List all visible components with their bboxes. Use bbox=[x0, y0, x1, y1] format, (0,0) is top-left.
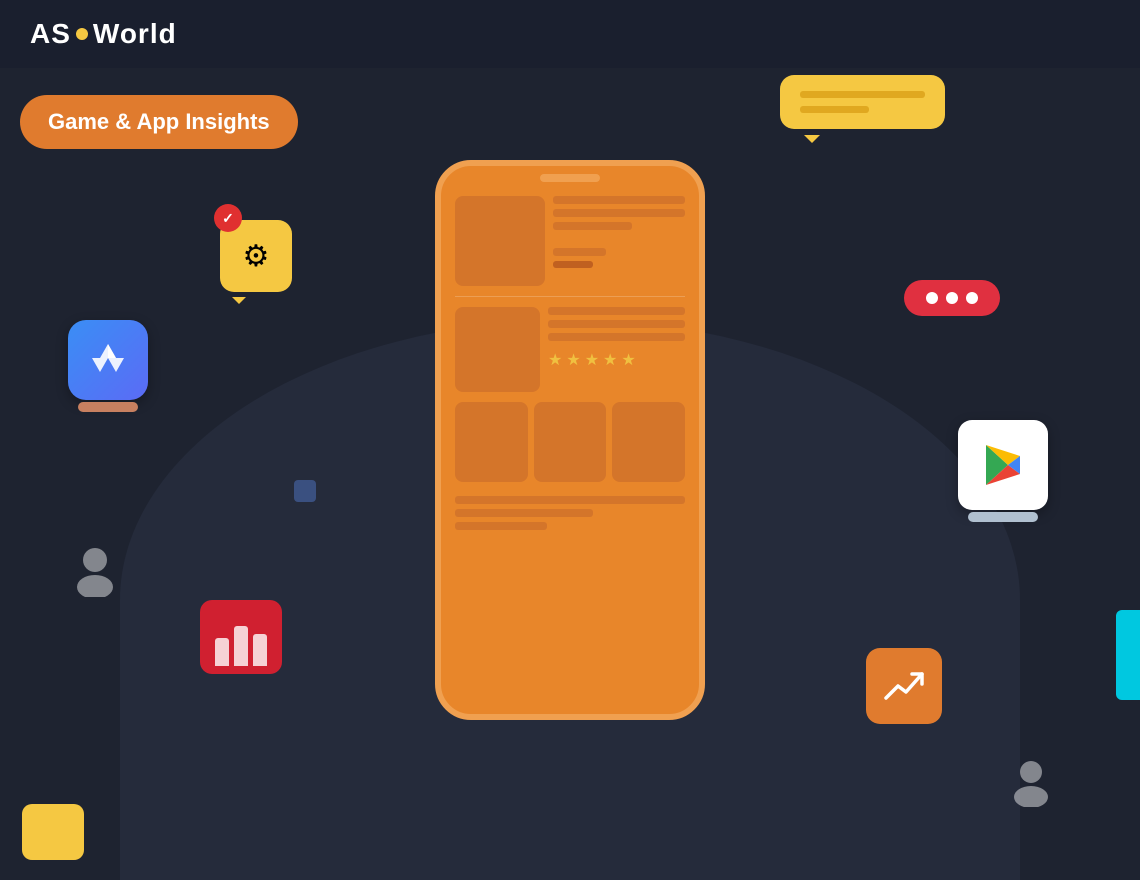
user-icon-left bbox=[72, 545, 118, 602]
cyan-rect-decoration bbox=[1116, 610, 1140, 700]
dot-icon bbox=[946, 292, 958, 304]
check-icon: ✓ bbox=[222, 210, 234, 227]
gear-icon: ⚙ bbox=[243, 239, 270, 274]
logo: AS World bbox=[30, 18, 177, 50]
badge-pill: Game & App Insights bbox=[20, 95, 298, 149]
star-icon: ★ bbox=[603, 350, 617, 370]
phone-divider bbox=[455, 296, 685, 297]
logo-dot-icon bbox=[76, 28, 88, 40]
gplay-symbol bbox=[978, 440, 1028, 490]
header: AS World bbox=[0, 0, 1140, 68]
phone-line bbox=[455, 522, 547, 530]
phone-card bbox=[455, 402, 528, 482]
red-check-badge: ✓ bbox=[214, 204, 242, 232]
phone-line bbox=[553, 248, 606, 256]
phone-section-1 bbox=[455, 196, 685, 286]
star-icon: ★ bbox=[548, 350, 562, 370]
small-square-decoration bbox=[294, 480, 316, 502]
phone-line bbox=[553, 196, 685, 204]
dot-icon bbox=[926, 292, 938, 304]
phone-mockup: ★ ★ ★ ★ ★ bbox=[435, 160, 705, 720]
phone-line bbox=[553, 209, 685, 217]
appstore-symbol bbox=[84, 336, 132, 384]
phone-lines-1 bbox=[553, 196, 685, 286]
phone-stars: ★ ★ ★ ★ ★ bbox=[548, 350, 685, 370]
chat-line bbox=[800, 91, 925, 98]
phone-card bbox=[534, 402, 607, 482]
phone-thumb-1 bbox=[455, 196, 545, 286]
bar-3 bbox=[253, 634, 267, 666]
appstore-icon bbox=[68, 320, 148, 400]
phone-line bbox=[553, 222, 632, 230]
dot-icon bbox=[966, 292, 978, 304]
phone-line bbox=[548, 307, 685, 315]
phone-cards-row bbox=[455, 402, 685, 482]
trend-icon bbox=[866, 648, 942, 724]
badge-label: Game & App Insights bbox=[48, 109, 270, 134]
star-icon: ★ bbox=[621, 350, 635, 370]
gplay-icon bbox=[958, 420, 1048, 510]
gplay-stand bbox=[968, 512, 1038, 522]
bar-1 bbox=[215, 638, 229, 666]
phone-line bbox=[548, 320, 685, 328]
user-icon-right bbox=[1010, 759, 1052, 812]
phone-line bbox=[548, 333, 685, 341]
appstore-stand bbox=[78, 402, 138, 412]
logo-text-part1: AS bbox=[30, 18, 71, 50]
logo-text-part2: World bbox=[93, 18, 177, 50]
phone-line-tag bbox=[553, 261, 593, 268]
user-avatar-icon-2 bbox=[1010, 759, 1052, 807]
trend-arrow-icon bbox=[884, 668, 924, 704]
phone-notch bbox=[540, 174, 600, 182]
user-avatar-icon bbox=[72, 545, 118, 597]
yellow-square-decoration bbox=[22, 804, 84, 860]
phone-lines-2: ★ ★ ★ ★ ★ bbox=[548, 307, 685, 392]
star-icon: ★ bbox=[585, 350, 599, 370]
red-pill-dots bbox=[904, 280, 1000, 316]
phone-line bbox=[455, 509, 593, 517]
analytics-icon bbox=[200, 600, 282, 674]
phone-section-2: ★ ★ ★ ★ ★ bbox=[455, 307, 685, 392]
phone-line bbox=[455, 496, 685, 504]
phone-bottom-lines bbox=[455, 496, 685, 530]
phone-card bbox=[612, 402, 685, 482]
star-icon: ★ bbox=[566, 350, 580, 370]
bar-2 bbox=[234, 626, 248, 666]
chat-bubble bbox=[780, 75, 945, 129]
phone-thumb-2 bbox=[455, 307, 540, 392]
chat-line bbox=[800, 106, 869, 113]
